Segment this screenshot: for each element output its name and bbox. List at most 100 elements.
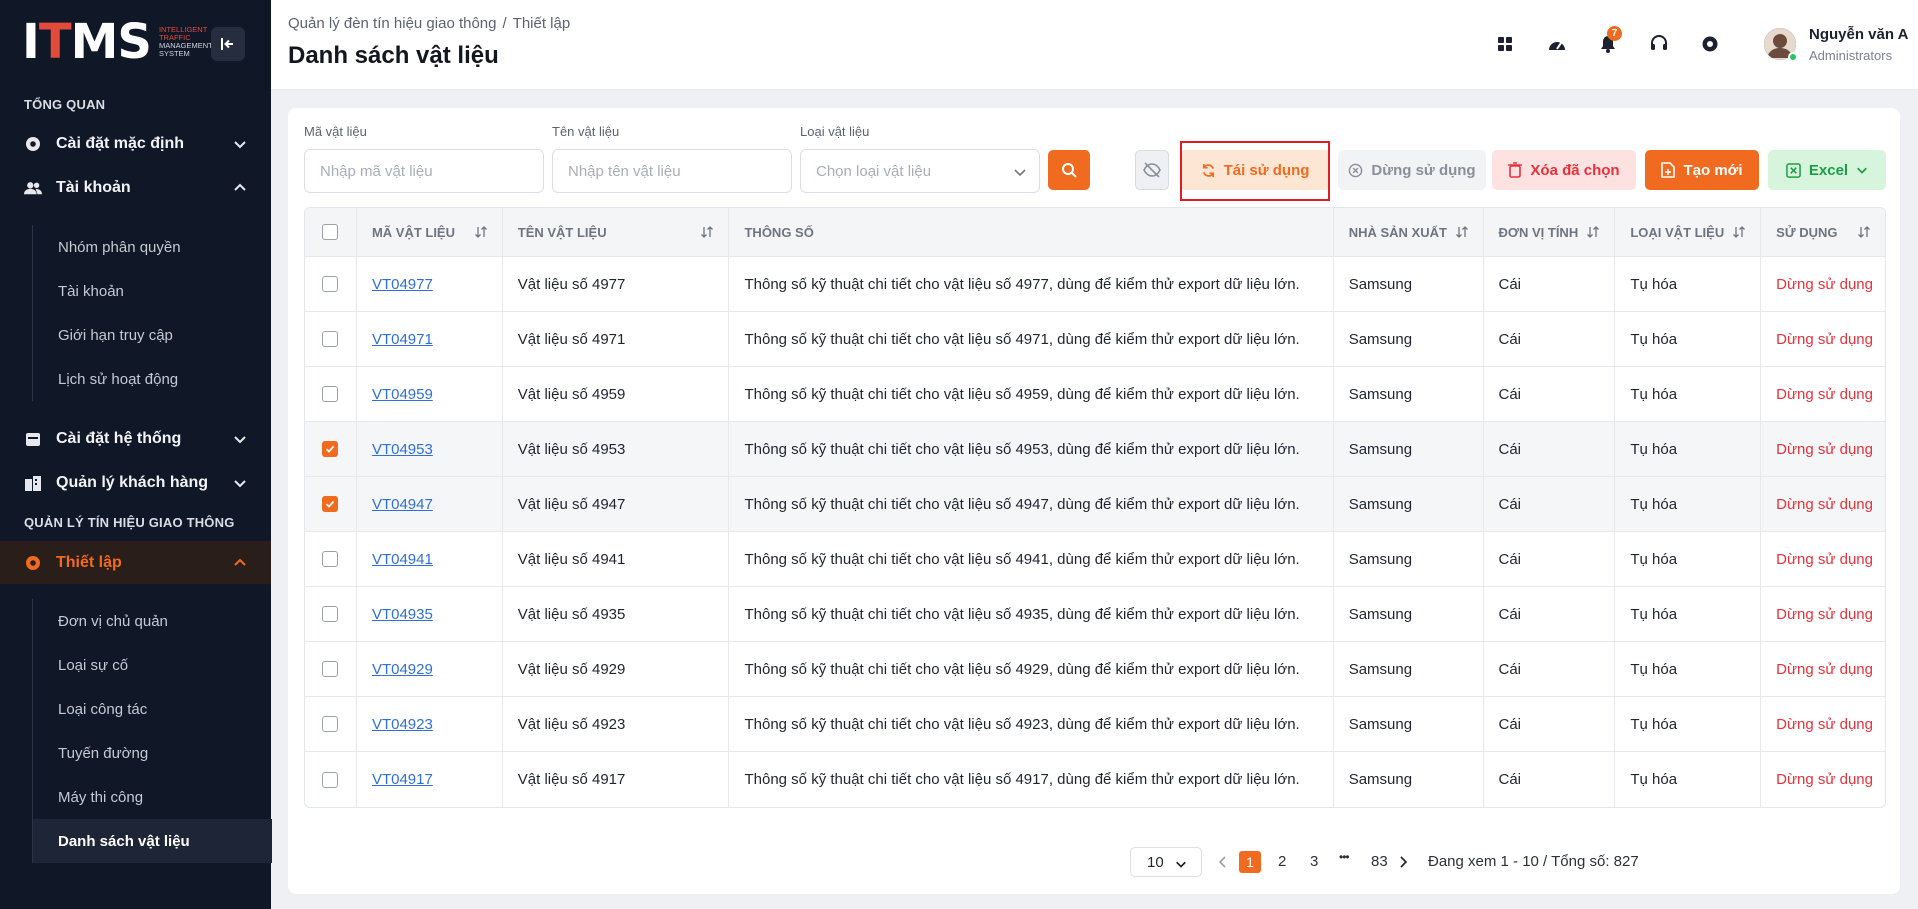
column-header-status[interactable]: SỬ DỤNG (1761, 208, 1885, 256)
page-ellipsis[interactable]: ••• (1339, 850, 1350, 864)
cell-spec: Thông số kỹ thuật chi tiết cho vật liệu … (729, 257, 1334, 311)
table-row[interactable]: VT04941 Vật liệu số 4941 Thông số kỹ thuật… (305, 532, 1885, 587)
sidebar-item-customers[interactable]: Quản lý khách hàng (0, 463, 271, 503)
row-checkbox[interactable] (322, 276, 339, 292)
toggle-visibility-button[interactable] (1135, 150, 1169, 190)
chevron-down-icon (1014, 169, 1026, 177)
column-header-code[interactable]: MÃ VẬT LIỆU (357, 208, 503, 256)
sidebar-subitem-materials[interactable]: Danh sách vật liệu (33, 819, 272, 863)
material-code-link[interactable]: VT04947 (372, 496, 433, 513)
row-checkbox[interactable] (322, 551, 339, 567)
delete-selected-button[interactable]: Xóa đã chọn (1492, 150, 1636, 190)
row-checkbox[interactable] (322, 716, 339, 732)
column-header-maker[interactable]: NHÀ SẢN XUẤT (1334, 208, 1484, 256)
sidebar-subitem-routes[interactable]: Tuyến đường (33, 731, 272, 775)
notifications-button[interactable]: 7 (1592, 26, 1624, 60)
sidebar-subitem-machines[interactable]: Máy thi công (33, 775, 272, 819)
row-checkbox[interactable] (322, 331, 339, 347)
row-checkbox[interactable] (322, 496, 339, 512)
material-code-link[interactable]: VT04935 (372, 606, 433, 623)
sidebar-subitem-activity-history[interactable]: Lịch sử hoạt động (33, 357, 272, 401)
cell-name: Vật liệu số 4935 (503, 587, 730, 641)
material-code-link[interactable]: VT04929 (372, 661, 433, 678)
sidebar-collapse-button[interactable] (211, 27, 245, 61)
material-code-link[interactable]: VT04917 (372, 771, 433, 788)
sidebar-subitem-permission-groups[interactable]: Nhóm phân quyền (33, 225, 272, 269)
stop-using-button[interactable]: Dừng sử dụng (1338, 150, 1486, 190)
page-2-button[interactable]: 2 (1278, 853, 1286, 870)
material-type-placeholder: Chọn loại vật liệu (816, 162, 932, 180)
sidebar-subitem-managing-units[interactable]: Đơn vị chủ quản (33, 599, 272, 643)
settings-button[interactable] (1694, 28, 1726, 60)
table-row[interactable]: VT04977 Vật liệu số 4977 Thông số kỹ thuật… (305, 257, 1885, 312)
column-header-name[interactable]: TÊN VẬT LIỆU (503, 208, 730, 256)
row-checkbox[interactable] (322, 386, 339, 402)
material-code-link[interactable]: VT04977 (372, 276, 433, 293)
table-row[interactable]: VT04929 Vật liệu số 4929 Thông số kỹ thuật… (305, 642, 1885, 697)
row-checkbox[interactable] (322, 606, 339, 622)
page-1-button[interactable]: 1 (1239, 851, 1261, 873)
material-code-link[interactable]: VT04959 (372, 386, 433, 403)
user-name[interactable]: Nguyễn văn A (1809, 26, 1908, 43)
cell-unit: Cái (1484, 477, 1616, 531)
cell-code: VT04959 (357, 367, 503, 421)
sidebar-subitem-access-limits[interactable]: Giới hạn truy cập (33, 313, 272, 357)
sidebar-subitem-incident-types[interactable]: Loại sự cố (33, 643, 272, 687)
table-row[interactable]: VT04917 Vật liệu số 4917 Thông số kỹ thuật… (305, 752, 1885, 807)
material-code-input[interactable]: Nhập mã vật liệu (304, 149, 544, 193)
materials-table: MÃ VẬT LIỆU TÊN VẬT LIỆU THÔNG SỐ NHÀ SẢ… (304, 207, 1886, 808)
gear-icon (24, 135, 42, 153)
apps-grid-button[interactable] (1489, 28, 1521, 60)
material-code-link[interactable]: VT04953 (372, 441, 433, 458)
sidebar-subitem-work-types[interactable]: Loại công tác (33, 687, 272, 731)
table-row[interactable]: VT04923 Vật liệu số 4923 Thông số kỹ thuật… (305, 697, 1885, 752)
sidebar-subitem-accounts[interactable]: Tài khoản (33, 269, 272, 313)
status-badge: Dừng sử dụng (1776, 275, 1873, 293)
material-name-input[interactable]: Nhập tên vật liệu (552, 149, 792, 193)
cell-status: Dừng sử dụng (1761, 532, 1885, 586)
material-code-link[interactable]: VT04923 (372, 716, 433, 733)
section-overview-title: TỔNG QUAN (24, 97, 106, 112)
create-new-button[interactable]: Tạo mới (1645, 150, 1759, 190)
table-row[interactable]: VT04953 Vật liệu số 4953 Thông số kỹ thuật… (305, 422, 1885, 477)
page-size-select[interactable]: 10 (1130, 847, 1202, 877)
page-3-button[interactable]: 3 (1310, 853, 1318, 870)
material-code-link[interactable]: VT04971 (372, 331, 433, 348)
cell-type: Tụ hóa (1615, 642, 1762, 696)
building-icon (24, 474, 42, 492)
material-type-select[interactable]: Chọn loại vật liệu (800, 149, 1040, 193)
table-row[interactable]: VT04959 Vật liệu số 4959 Thông số kỹ thuật… (305, 367, 1885, 422)
row-checkbox[interactable] (322, 441, 339, 457)
material-code-link[interactable]: VT04941 (372, 551, 433, 568)
row-checkbox[interactable] (322, 771, 339, 788)
prev-page-icon[interactable] (1218, 856, 1228, 868)
notification-count-badge: 7 (1607, 26, 1622, 41)
sidebar-item-accounts[interactable]: Tài khoản (0, 168, 271, 208)
breadcrumb-link[interactable]: Quản lý đèn tín hiệu giao thông (288, 15, 497, 32)
app-logo[interactable]: ITMS INTELLIGENT TRAFFIC MANAGEMENT SYST… (22, 18, 219, 66)
breadcrumb-current[interactable]: Thiết lập (513, 15, 571, 32)
table-row[interactable]: VT04971 Vật liệu số 4971 Thông số kỹ thuật… (305, 312, 1885, 367)
column-header-type[interactable]: LOẠI VẬT LIỆU (1615, 208, 1762, 256)
cell-maker: Samsung (1334, 532, 1484, 586)
excel-export-button[interactable]: Excel (1768, 150, 1886, 190)
dashboard-button[interactable] (1541, 28, 1573, 60)
page-header: Quản lý đèn tín hiệu giao thông / Thiết lậ… (271, 0, 1918, 90)
cell-spec: Thông số kỹ thuật chi tiết cho vật liệu … (729, 532, 1334, 586)
page-last-button[interactable]: 83 (1371, 853, 1388, 870)
filter-name-label: Tên vật liệu (552, 124, 620, 139)
breadcrumb: Quản lý đèn tín hiệu giao thông / Thiết lậ… (288, 15, 570, 32)
table-body: VT04977 Vật liệu số 4977 Thông số kỹ thuật… (305, 257, 1885, 807)
row-checkbox[interactable] (322, 661, 339, 677)
select-all-checkbox[interactable] (322, 224, 339, 240)
sidebar-item-setup[interactable]: Thiết lập (0, 541, 271, 584)
support-button[interactable] (1643, 28, 1675, 60)
row-checkbox-cell (305, 642, 357, 696)
next-page-icon[interactable] (1398, 856, 1408, 868)
sidebar-item-system-settings[interactable]: Cài đặt hệ thống (0, 419, 271, 459)
table-row[interactable]: VT04935 Vật liệu số 4935 Thông số kỹ thuật… (305, 587, 1885, 642)
sidebar-item-default-settings[interactable]: Cài đặt mặc định (0, 124, 271, 164)
column-header-unit[interactable]: ĐƠN VỊ TÍNH (1484, 208, 1616, 256)
search-button[interactable] (1048, 150, 1090, 190)
table-row[interactable]: VT04947 Vật liệu số 4947 Thông số kỹ thuật… (305, 477, 1885, 532)
